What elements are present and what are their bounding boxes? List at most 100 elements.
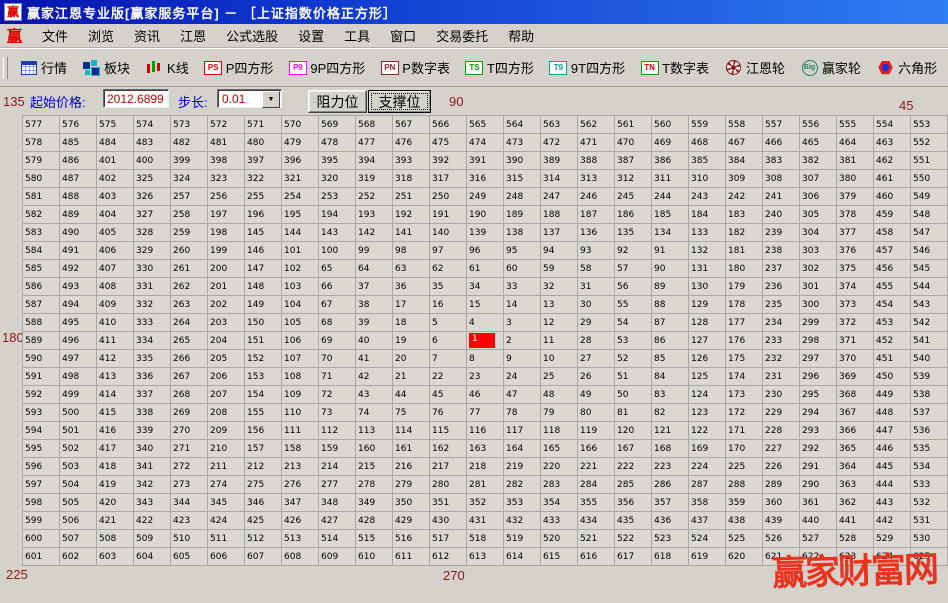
- cell-99[interactable]: 99: [356, 242, 393, 260]
- cell-576[interactable]: 576: [60, 116, 97, 134]
- cell-180[interactable]: 180: [726, 260, 763, 278]
- cell-337[interactable]: 337: [134, 386, 171, 404]
- cell-501[interactable]: 501: [60, 422, 97, 440]
- cell-93[interactable]: 93: [578, 242, 615, 260]
- cell-190[interactable]: 190: [467, 206, 504, 224]
- cell-410[interactable]: 410: [97, 314, 134, 332]
- cell-540[interactable]: 540: [911, 350, 948, 368]
- toolbar-p-number-table-button[interactable]: PNP数字表: [373, 56, 458, 79]
- cell-445[interactable]: 445: [874, 458, 911, 476]
- cell-252[interactable]: 252: [356, 188, 393, 206]
- cell-62[interactable]: 62: [430, 260, 467, 278]
- cell-231[interactable]: 231: [763, 368, 800, 386]
- cell-545[interactable]: 545: [911, 260, 948, 278]
- cell-229[interactable]: 229: [763, 404, 800, 422]
- cell-598[interactable]: 598: [23, 494, 60, 512]
- cell-179[interactable]: 179: [726, 278, 763, 296]
- cell-512[interactable]: 512: [245, 530, 282, 548]
- cell-290[interactable]: 290: [800, 476, 837, 494]
- cell-550[interactable]: 550: [911, 170, 948, 188]
- cell-138[interactable]: 138: [504, 224, 541, 242]
- cell-48[interactable]: 48: [541, 386, 578, 404]
- cell-211[interactable]: 211: [208, 458, 245, 476]
- cell-278[interactable]: 278: [356, 476, 393, 494]
- menu-item-9[interactable]: 帮助: [498, 24, 544, 47]
- cell-535[interactable]: 535: [911, 440, 948, 458]
- cell-4[interactable]: 4: [467, 314, 504, 332]
- cell-276[interactable]: 276: [282, 476, 319, 494]
- cell-46[interactable]: 46: [467, 386, 504, 404]
- cell-193[interactable]: 193: [356, 206, 393, 224]
- cell-589[interactable]: 589: [23, 332, 60, 350]
- cell-343[interactable]: 343: [134, 494, 171, 512]
- cell-335[interactable]: 335: [134, 350, 171, 368]
- cell-587[interactable]: 587: [23, 296, 60, 314]
- cell-334[interactable]: 334: [134, 332, 171, 350]
- cell-435[interactable]: 435: [615, 512, 652, 530]
- cell-134[interactable]: 134: [652, 224, 689, 242]
- cell-102[interactable]: 102: [282, 260, 319, 278]
- cell-311[interactable]: 311: [652, 170, 689, 188]
- cell-619[interactable]: 619: [689, 548, 726, 566]
- cell-14[interactable]: 14: [504, 296, 541, 314]
- cell-83[interactable]: 83: [652, 386, 689, 404]
- cell-561[interactable]: 561: [615, 116, 652, 134]
- cell-117[interactable]: 117: [504, 422, 541, 440]
- cell-239[interactable]: 239: [763, 224, 800, 242]
- cell-446[interactable]: 446: [874, 440, 911, 458]
- cell-84[interactable]: 84: [652, 368, 689, 386]
- cell-402[interactable]: 402: [97, 170, 134, 188]
- cell-74[interactable]: 74: [356, 404, 393, 422]
- cell-105[interactable]: 105: [282, 314, 319, 332]
- cell-6[interactable]: 6: [430, 332, 467, 350]
- cell-96[interactable]: 96: [467, 242, 504, 260]
- cell-413[interactable]: 413: [97, 368, 134, 386]
- cell-340[interactable]: 340: [134, 440, 171, 458]
- cell-302[interactable]: 302: [800, 260, 837, 278]
- cell-135[interactable]: 135: [615, 224, 652, 242]
- cell-22[interactable]: 22: [430, 368, 467, 386]
- cell-572[interactable]: 572: [208, 116, 245, 134]
- cell-94[interactable]: 94: [541, 242, 578, 260]
- cell-365[interactable]: 365: [837, 440, 874, 458]
- cell-509[interactable]: 509: [134, 530, 171, 548]
- cell-357[interactable]: 357: [652, 494, 689, 512]
- cell-449[interactable]: 449: [874, 386, 911, 404]
- cell-37[interactable]: 37: [356, 278, 393, 296]
- cell-557[interactable]: 557: [763, 116, 800, 134]
- cell-440[interactable]: 440: [800, 512, 837, 530]
- cell-475[interactable]: 475: [430, 134, 467, 152]
- cell-448[interactable]: 448: [874, 404, 911, 422]
- cell-608[interactable]: 608: [282, 548, 319, 566]
- cell-354[interactable]: 354: [541, 494, 578, 512]
- cell-389[interactable]: 389: [541, 152, 578, 170]
- cell-243[interactable]: 243: [689, 188, 726, 206]
- cell-551[interactable]: 551: [911, 152, 948, 170]
- cell-175[interactable]: 175: [726, 350, 763, 368]
- cell-520[interactable]: 520: [541, 530, 578, 548]
- cell-24[interactable]: 24: [504, 368, 541, 386]
- cell-322[interactable]: 322: [245, 170, 282, 188]
- cell-518[interactable]: 518: [467, 530, 504, 548]
- cell-521[interactable]: 521: [578, 530, 615, 548]
- cell-451[interactable]: 451: [874, 350, 911, 368]
- cell-432[interactable]: 432: [504, 512, 541, 530]
- cell-27[interactable]: 27: [578, 350, 615, 368]
- menu-item-2[interactable]: 资讯: [124, 24, 170, 47]
- cell-89[interactable]: 89: [652, 278, 689, 296]
- cell-369[interactable]: 369: [837, 368, 874, 386]
- cell-606[interactable]: 606: [208, 548, 245, 566]
- cell-11[interactable]: 11: [541, 332, 578, 350]
- cell-387[interactable]: 387: [615, 152, 652, 170]
- cell-347[interactable]: 347: [282, 494, 319, 512]
- cell-328[interactable]: 328: [134, 224, 171, 242]
- cell-460[interactable]: 460: [874, 188, 911, 206]
- cell-119[interactable]: 119: [578, 422, 615, 440]
- cell-555[interactable]: 555: [837, 116, 874, 134]
- cell-198[interactable]: 198: [208, 224, 245, 242]
- cell-605[interactable]: 605: [171, 548, 208, 566]
- cell-570[interactable]: 570: [282, 116, 319, 134]
- menu-item-1[interactable]: 浏览: [78, 24, 124, 47]
- cell-26[interactable]: 26: [578, 368, 615, 386]
- toolbar-p-square-button[interactable]: PSP四方形: [197, 56, 282, 79]
